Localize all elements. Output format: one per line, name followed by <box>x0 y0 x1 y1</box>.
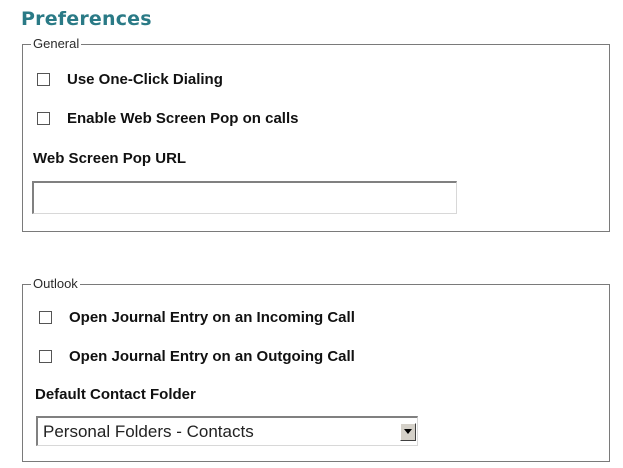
page-title: Preferences <box>21 8 152 30</box>
default-contact-folder-value[interactable]: Personal Folders - Contacts <box>38 422 400 442</box>
general-legend: General <box>31 36 82 51</box>
one-click-dialing-row[interactable]: Use One-Click Dialing <box>37 69 223 89</box>
journal-incoming-checkbox[interactable] <box>39 310 52 324</box>
general-group: General Use One-Click Dialing Enable Web… <box>22 36 610 232</box>
journal-outgoing-label[interactable]: Open Journal Entry on an Outgoing Call <box>69 348 355 365</box>
web-screen-pop-label[interactable]: Enable Web Screen Pop on calls <box>67 110 298 127</box>
journal-incoming-label[interactable]: Open Journal Entry on an Incoming Call <box>69 309 355 326</box>
journal-outgoing-checkbox[interactable] <box>39 349 52 363</box>
outlook-group: Outlook Open Journal Entry on an Incomin… <box>22 276 610 462</box>
web-screen-pop-url-input[interactable] <box>32 181 457 214</box>
outlook-legend: Outlook <box>31 276 80 291</box>
web-screen-pop-row[interactable]: Enable Web Screen Pop on calls <box>37 108 298 128</box>
one-click-dialing-label[interactable]: Use One-Click Dialing <box>67 71 223 88</box>
one-click-dialing-checkbox[interactable] <box>37 72 50 86</box>
journal-outgoing-row[interactable]: Open Journal Entry on an Outgoing Call <box>39 346 355 366</box>
web-screen-pop-url-label: Web Screen Pop URL <box>33 150 187 167</box>
chevron-down-icon[interactable] <box>400 422 416 441</box>
web-screen-pop-checkbox[interactable] <box>37 111 50 125</box>
default-contact-folder-select[interactable]: Personal Folders - Contacts <box>36 416 418 446</box>
default-contact-folder-label: Default Contact Folder <box>35 386 196 403</box>
journal-incoming-row[interactable]: Open Journal Entry on an Incoming Call <box>39 307 355 327</box>
